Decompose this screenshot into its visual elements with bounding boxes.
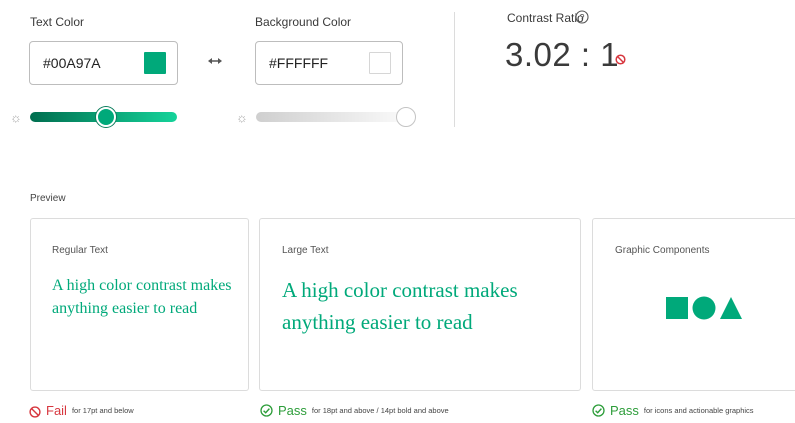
preview-label: Preview <box>30 193 66 204</box>
text-color-label: Text Color <box>30 15 85 29</box>
regular-text-status: Fail for 17pt and below <box>29 403 134 418</box>
background-color-slider-track[interactable] <box>256 112 406 122</box>
text-color-input[interactable] <box>43 55 133 71</box>
regular-text-result: Fail <box>46 403 67 418</box>
large-text-card-title: Large Text <box>282 245 329 256</box>
graphic-components-card-title: Graphic Components <box>615 245 710 256</box>
regular-text-sample: A high color contrast makes anything eas… <box>52 277 232 317</box>
pass-icon <box>592 404 605 417</box>
help-icon[interactable]: ? <box>575 10 589 24</box>
large-text-card: Large Text A high color contrast makes a… <box>259 218 581 391</box>
background-color-input[interactable] <box>269 55 359 71</box>
pass-icon <box>260 404 273 417</box>
svg-text:?: ? <box>579 12 584 22</box>
text-color-slider-knob[interactable] <box>96 107 117 127</box>
brightness-icon: ☼ <box>10 110 22 125</box>
text-color-swatch[interactable] <box>144 52 166 74</box>
background-color-label: Background Color <box>255 15 352 29</box>
large-text-sample: A high color contrast makes anything eas… <box>282 278 518 334</box>
background-color-slider[interactable] <box>256 107 416 127</box>
regular-text-note: for 17pt and below <box>71 406 134 415</box>
graphic-components-status: Pass for icons and actionable graphics <box>592 403 754 418</box>
swap-arrows-icon[interactable] <box>207 54 223 68</box>
text-color-field[interactable] <box>29 41 178 85</box>
large-text-note: for 18pt and above / 14pt bold and above <box>311 406 449 415</box>
fail-icon <box>615 52 626 65</box>
contrast-ratio-label: Contrast Ratio <box>507 11 584 25</box>
brightness-icon: ☼ <box>236 110 248 125</box>
circle-shape <box>692 296 716 320</box>
graphic-components-note: for icons and actionable graphics <box>643 406 754 415</box>
graphic-shapes <box>666 296 742 320</box>
large-text-result: Pass <box>278 403 307 418</box>
section-divider <box>454 12 455 127</box>
large-text-status: Pass for 18pt and above / 14pt bold and … <box>260 403 449 418</box>
graphic-components-card: Graphic Components <box>592 218 795 391</box>
fail-icon <box>29 405 41 418</box>
regular-text-card: Regular Text A high color contrast makes… <box>30 218 249 391</box>
contrast-ratio-value: 3.02 : 1 <box>505 36 620 73</box>
background-color-swatch[interactable] <box>369 52 391 74</box>
background-color-slider-knob[interactable] <box>396 107 416 127</box>
text-color-slider[interactable] <box>30 107 177 127</box>
background-color-field[interactable] <box>255 41 403 85</box>
triangle-shape <box>720 297 742 319</box>
regular-text-card-title: Regular Text <box>52 245 108 256</box>
square-shape <box>666 297 688 319</box>
graphic-components-result: Pass <box>610 403 639 418</box>
